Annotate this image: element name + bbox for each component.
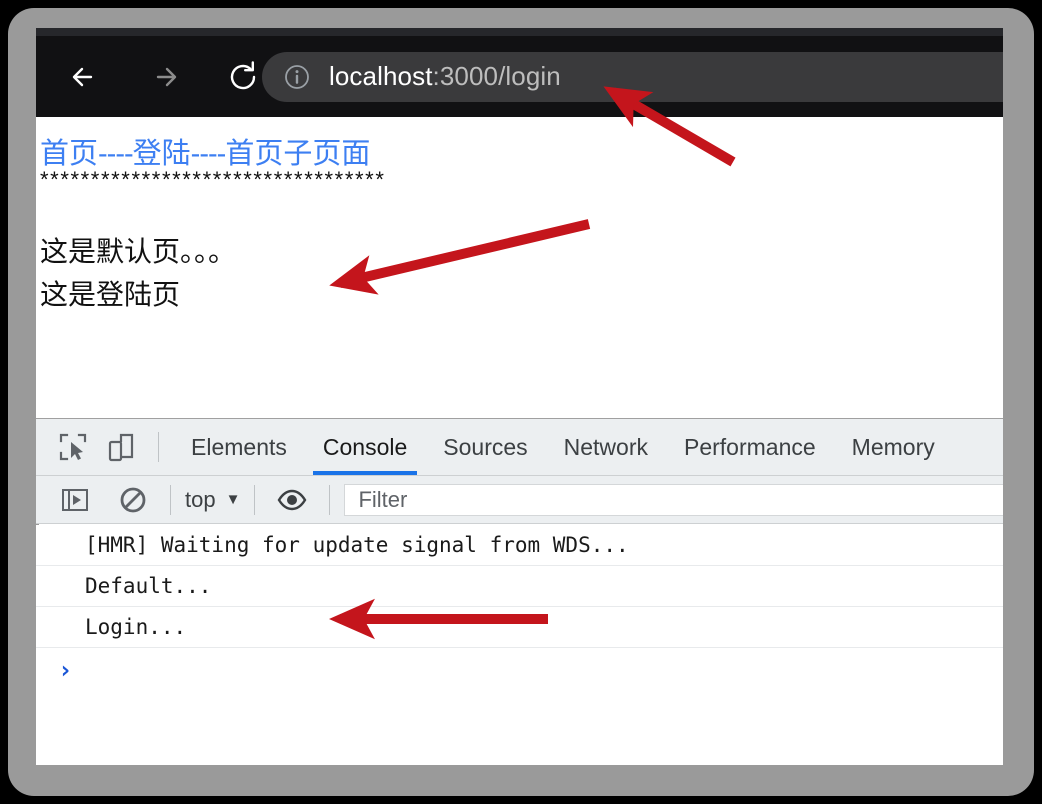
- info-circle-icon[interactable]: [284, 64, 310, 90]
- reload-icon: [230, 60, 256, 89]
- browser-window: localhost:3000/login 首页----登陆----首页子页面 *…: [36, 28, 1003, 765]
- live-expression-button[interactable]: [269, 477, 315, 523]
- console-message-list: [HMR] Waiting for update signal from WDS…: [36, 525, 1003, 765]
- tab-network[interactable]: Network: [546, 419, 666, 475]
- browser-toolbar: localhost:3000/login: [36, 36, 1003, 117]
- url-host: localhost: [329, 61, 433, 91]
- stars-divider: **********************************: [40, 167, 386, 192]
- nav-link-home[interactable]: 首页: [40, 138, 98, 170]
- nav-separator-2: ----: [190, 138, 227, 170]
- console-message-row[interactable]: Default...: [36, 566, 1003, 607]
- eye-icon: [278, 489, 307, 510]
- url-address-bar[interactable]: localhost:3000/login: [262, 51, 1003, 102]
- device-toolbar-icon: [108, 433, 134, 462]
- devtools-panel: Elements Console Sources Network Perform…: [36, 418, 1003, 765]
- page-viewport: 首页----登陆----首页子页面 **********************…: [36, 117, 1003, 418]
- default-page-text: 这是默认页。。。: [40, 236, 237, 267]
- tab-memory[interactable]: Memory: [834, 419, 953, 475]
- console-filter-input[interactable]: Filter: [344, 483, 1003, 516]
- inspect-element-button[interactable]: [50, 424, 96, 470]
- clear-console-button[interactable]: [110, 477, 156, 523]
- arrow-right-icon: [156, 67, 177, 86]
- inspect-element-icon: [59, 433, 87, 461]
- nav-separator-1: ----: [98, 138, 134, 170]
- tabbar-divider: [158, 432, 159, 462]
- page-nav-links: 首页----登陆----首页子页面: [40, 130, 370, 172]
- url-text: localhost:3000/login: [329, 61, 561, 92]
- tab-strip: [36, 28, 1003, 36]
- console-input-prompt[interactable]: ›: [36, 648, 1003, 692]
- nav-link-home-subpage[interactable]: 首页子页面: [225, 138, 370, 170]
- console-toolbar-divider-1: [170, 484, 171, 515]
- console-toolbar-divider-2: [254, 484, 256, 515]
- tab-sources[interactable]: Sources: [425, 419, 545, 475]
- console-toolbar-divider-3: [329, 484, 331, 515]
- console-message-row[interactable]: [HMR] Waiting for update signal from WDS…: [36, 525, 1003, 566]
- prompt-chevron-icon: ›: [58, 656, 73, 684]
- forward-button[interactable]: [143, 55, 187, 99]
- console-message-row[interactable]: Login...: [36, 607, 1003, 648]
- devtools-tabbar: Elements Console Sources Network Perform…: [36, 419, 1003, 476]
- console-toolbar: top ▼ Filter: [36, 476, 1003, 524]
- nav-link-login[interactable]: 登陆: [133, 138, 191, 170]
- execute-sidebar-icon: [62, 488, 88, 511]
- console-context-selector[interactable]: top ▼: [185, 487, 240, 513]
- tab-performance[interactable]: Performance: [666, 419, 834, 475]
- login-page-text: 这是登陆页: [40, 279, 181, 310]
- console-context-label: top: [185, 486, 216, 512]
- console-sidebar-button[interactable]: [52, 477, 98, 523]
- device-toolbar-button[interactable]: [98, 424, 144, 470]
- arrow-left-icon: [72, 67, 93, 86]
- reload-button[interactable]: [222, 55, 266, 99]
- back-button[interactable]: [62, 55, 106, 99]
- clear-console-icon: [120, 487, 146, 512]
- tab-elements[interactable]: Elements: [173, 419, 305, 475]
- tab-console[interactable]: Console: [305, 419, 425, 475]
- url-path: :3000/login: [432, 61, 561, 91]
- chevron-down-icon: ▼: [225, 491, 241, 508]
